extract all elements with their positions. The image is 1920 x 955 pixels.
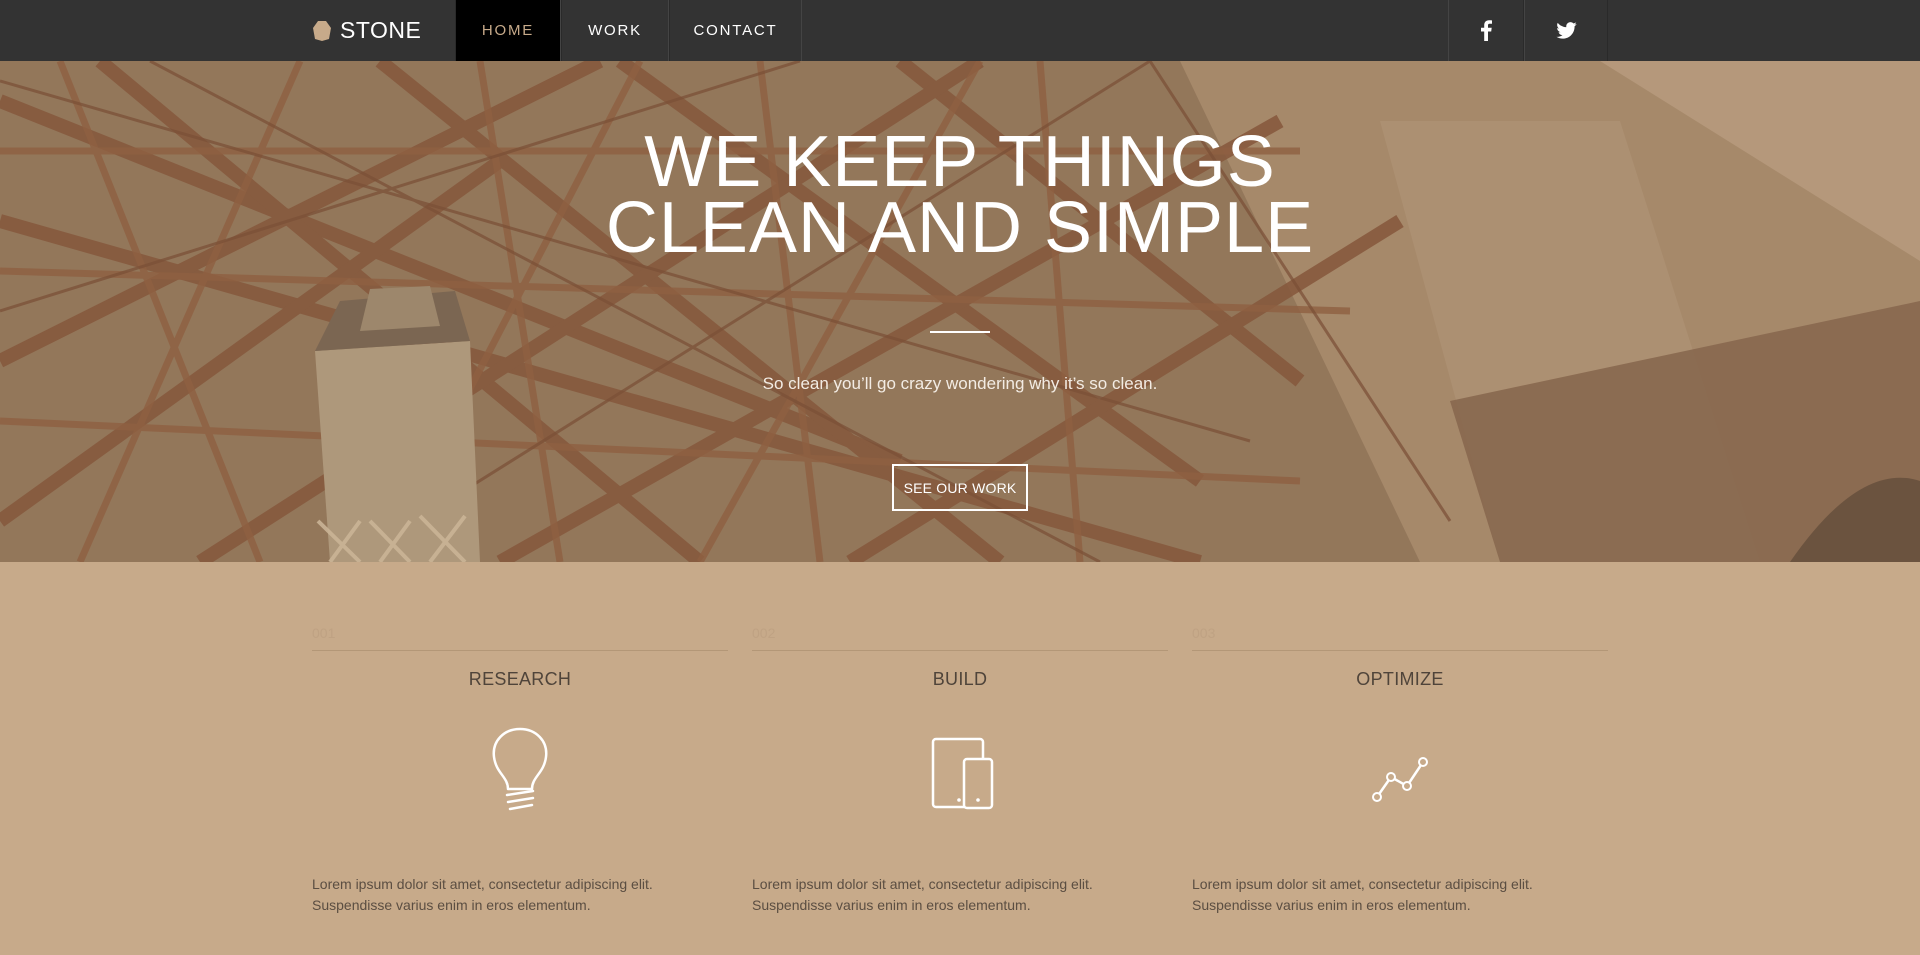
feature-title: BUILD bbox=[932, 669, 988, 689]
nav-contact-link[interactable]: CONTACT bbox=[669, 0, 802, 61]
nav-work-link[interactable]: WORK bbox=[561, 0, 669, 61]
feature-title: OPTIMIZE bbox=[1356, 669, 1444, 689]
lightbulb-icon bbox=[480, 715, 560, 825]
facebook-icon bbox=[1480, 20, 1492, 41]
hero-section: WE KEEP THINGS CLEAN AND SIMPLE So clean… bbox=[0, 61, 1920, 562]
feature-research: 001 RESEARCH Lorem ipsum dolor sit amet,… bbox=[312, 562, 728, 955]
top-navbar: STONE HOME WORK CONTACT bbox=[0, 0, 1920, 61]
see-our-work-button[interactable]: SEE OUR WORK bbox=[892, 464, 1028, 511]
line-chart-icon bbox=[1360, 715, 1440, 825]
feature-number: 003 bbox=[1192, 625, 1216, 641]
feature-description: Lorem ipsum dolor sit amet, consectetur … bbox=[752, 876, 1093, 913]
facebook-link[interactable] bbox=[1448, 0, 1524, 61]
brand-name: STONE bbox=[340, 17, 422, 43]
nav-menu: HOME WORK CONTACT bbox=[455, 0, 802, 61]
feature-divider bbox=[752, 650, 1168, 651]
features-section: 001 RESEARCH Lorem ipsum dolor sit amet,… bbox=[312, 562, 1608, 955]
feature-number: 001 bbox=[312, 625, 336, 641]
hero-subtitle: So clean you’ll go crazy wondering why i… bbox=[762, 374, 1158, 393]
brand-link[interactable]: STONE bbox=[312, 0, 421, 61]
feature-title: RESEARCH bbox=[468, 669, 572, 689]
feature-divider bbox=[1192, 650, 1608, 651]
hero-divider bbox=[930, 331, 990, 333]
social-links bbox=[1448, 0, 1608, 61]
feature-divider bbox=[312, 650, 728, 651]
feature-build: 002 BUILD Lorem ipsum dolor sit amet, co… bbox=[752, 562, 1168, 955]
feature-description: Lorem ipsum dolor sit amet, consectetur … bbox=[312, 876, 653, 913]
feature-number: 002 bbox=[752, 625, 776, 641]
twitter-icon bbox=[1555, 22, 1577, 39]
twitter-link[interactable] bbox=[1524, 0, 1608, 61]
feature-description: Lorem ipsum dolor sit amet, consectetur … bbox=[1192, 876, 1533, 913]
stone-logo-icon bbox=[313, 20, 331, 41]
devices-icon bbox=[920, 715, 1000, 825]
nav-home-link[interactable]: HOME bbox=[455, 0, 561, 61]
hero-title: WE KEEP THINGS CLEAN AND SIMPLE bbox=[560, 122, 1360, 268]
hero-title-line-1: WE KEEP THINGS bbox=[644, 122, 1276, 202]
hero-title-line-2: CLEAN AND SIMPLE bbox=[605, 188, 1315, 268]
feature-optimize: 003 OPTIMIZE Lorem ipsum dolor sit amet,… bbox=[1192, 562, 1608, 955]
